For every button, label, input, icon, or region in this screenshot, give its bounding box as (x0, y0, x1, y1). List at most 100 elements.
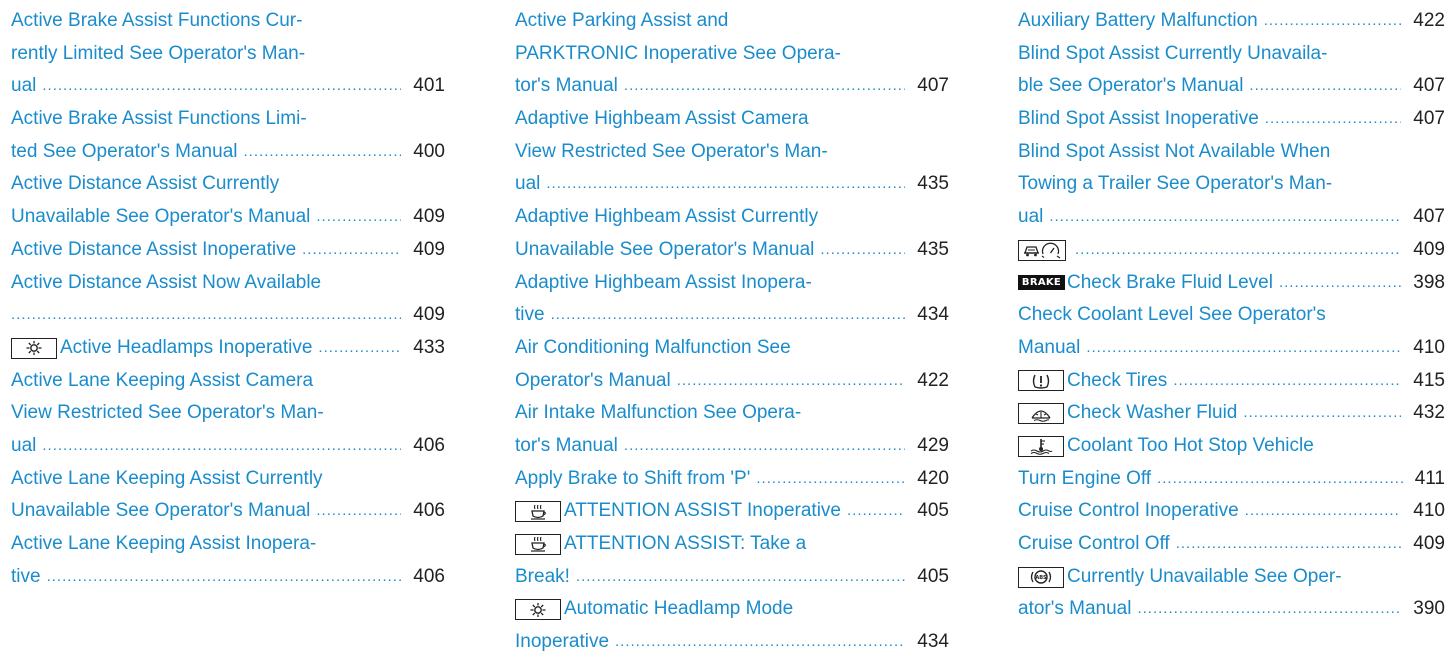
index-entry-text[interactable]: tor's Manual (515, 430, 618, 463)
index-entry-line[interactable]: ator's Manual 390 (1018, 593, 1445, 626)
index-entry-text[interactable]: ual (515, 168, 540, 201)
index-entry-text[interactable]: Active Lane Keeping Assist Currently (11, 463, 323, 496)
index-entry-line[interactable]: Active Parking Assist and (515, 5, 949, 38)
index-entry-line[interactable]: View Restricted See Operator's Man- (515, 136, 949, 169)
index-entry[interactable]: Automatic Headlamp ModeInoperative 434 (515, 593, 949, 658)
page-number[interactable]: 401 (407, 70, 445, 103)
index-entry-line[interactable]: Check Coolant Level See Operator's (1018, 299, 1445, 332)
page-number[interactable]: 409 (1407, 528, 1445, 561)
page-number[interactable]: 407 (1407, 201, 1445, 234)
page-number[interactable]: 434 (911, 299, 949, 332)
index-entry[interactable]: ATTENTION ASSIST: Take aBreak! 405 (515, 528, 949, 593)
index-entry-text[interactable]: Unavailable See Operator's Manual (515, 234, 814, 267)
page-number[interactable]: 406 (407, 561, 445, 594)
index-entry[interactable]: Active Lane Keeping Assist Currently Unav… (11, 463, 445, 528)
page-number[interactable]: 409 (1407, 234, 1445, 267)
page-number[interactable]: 429 (911, 430, 949, 463)
index-entry[interactable]: Active Brake Assist Functions Limi-ted S… (11, 103, 445, 168)
index-entry[interactable]: BRAKE Check Brake Fluid Level 398 (1018, 267, 1445, 300)
index-entry-text[interactable]: Cruise Control Inoperative (1018, 495, 1239, 528)
index-entry-line[interactable]: Check Tires 415 (1018, 365, 1445, 398)
index-entry-line[interactable]: tive 406 (11, 561, 445, 594)
index-entry-line[interactable]: Check Washer Fluid 432 (1018, 397, 1445, 430)
index-entry-text[interactable]: ATTENTION ASSIST: Take a (564, 528, 806, 561)
index-entry-line[interactable]: Active Lane Keeping Assist Inopera- (11, 528, 445, 561)
index-entry-line[interactable]: ual 407 (1018, 201, 1445, 234)
index-entry-line[interactable]: Operator's Manual 422 (515, 365, 949, 398)
index-entry-text[interactable]: Active Brake Assist Functions Cur- (11, 5, 302, 38)
index-entry-line[interactable]: PARKTRONIC Inoperative See Opera- (515, 38, 949, 71)
index-entry[interactable]: Active Lane Keeping Assist Inopera-tive 4… (11, 528, 445, 593)
index-entry[interactable]: Cruise Control Inoperative 410 (1018, 495, 1445, 528)
page-number[interactable]: 410 (1407, 495, 1445, 528)
index-entry-line[interactable]: Unavailable See Operator's Manual 406 (11, 495, 445, 528)
index-entry-text[interactable]: Check Coolant Level See Operator's (1018, 299, 1326, 332)
index-entry-text[interactable]: View Restricted See Operator's Man- (515, 136, 828, 169)
index-entry-line[interactable]: Unavailable See Operator's Manual 435 (515, 234, 949, 267)
page-number[interactable]: 407 (1407, 103, 1445, 136)
index-entry-text[interactable]: ble See Operator's Manual (1018, 70, 1243, 103)
index-entry-line[interactable]: ATTENTION ASSIST: Take a (515, 528, 949, 561)
index-entry-text[interactable]: Towing a Trailer See Operator's Man- (1018, 168, 1332, 201)
page-number[interactable]: 433 (407, 332, 445, 365)
index-entry-line[interactable]: Active Distance Assist Inoperative 409 (11, 234, 445, 267)
index-entry-line[interactable]: View Restricted See Operator's Man- (11, 397, 445, 430)
index-entry-text[interactable]: Active Headlamps Inoperative (60, 332, 312, 365)
index-entry[interactable]: Adaptive Highbeam Assist Camera View Rest… (515, 103, 949, 201)
page-number[interactable]: 409 (407, 234, 445, 267)
index-entry-line[interactable]: Active Lane Keeping Assist Camera (11, 365, 445, 398)
index-entry[interactable]: Adaptive Highbeam Assist Inopera-tive 434 (515, 267, 949, 332)
index-entry-text[interactable]: ATTENTION ASSIST Inoperative (564, 495, 841, 528)
index-entry-text[interactable]: Coolant Too Hot Stop Vehicle (1067, 430, 1314, 463)
index-entry-line[interactable]: Manual 410 (1018, 332, 1445, 365)
index-entry-text[interactable]: Adaptive Highbeam Assist Inopera- (515, 267, 812, 300)
page-number[interactable]: 435 (911, 168, 949, 201)
index-entry[interactable]: Active Distance Assist Currently Unavaila… (11, 168, 445, 233)
page-number[interactable]: 415 (1407, 365, 1445, 398)
index-entry-line[interactable]: ual 435 (515, 168, 949, 201)
index-entry-line[interactable]: Active Lane Keeping Assist Currently (11, 463, 445, 496)
index-entry-line[interactable]: Cruise Control Inoperative 410 (1018, 495, 1445, 528)
index-entry-text[interactable]: Active Parking Assist and (515, 5, 728, 38)
index-entry-line[interactable]: Adaptive Highbeam Assist Camera (515, 103, 949, 136)
index-entry-line[interactable]: Active Headlamps Inoperative 433 (11, 332, 445, 365)
index-entry-line[interactable]: Cruise Control Off 409 (1018, 528, 1445, 561)
index-entry-line[interactable]: 409 (11, 299, 445, 332)
index-entry-text[interactable]: Active Distance Assist Inoperative (11, 234, 296, 267)
index-entry-line[interactable]: Auxiliary Battery Malfunction 422 (1018, 5, 1445, 38)
index-entry[interactable]: Blind Spot Assist Not Available When Towi… (1018, 136, 1445, 234)
index-entry-text[interactable]: tor's Manual (515, 70, 618, 103)
index-entry-text[interactable]: Unavailable See Operator's Manual (11, 495, 310, 528)
index-entry-text[interactable]: tive (515, 299, 545, 332)
index-entry-line[interactable]: Air Conditioning Malfunction See (515, 332, 949, 365)
index-entry-text[interactable]: Auxiliary Battery Malfunction (1018, 5, 1258, 38)
index-entry-text[interactable]: ual (1018, 201, 1043, 234)
page-number[interactable]: 422 (1407, 5, 1445, 38)
index-entry-line[interactable]: Automatic Headlamp Mode (515, 593, 949, 626)
index-entry-text[interactable]: Active Distance Assist Now Available (11, 267, 321, 300)
index-entry-line[interactable]: Blind Spot Assist Inoperative 407 (1018, 103, 1445, 136)
index-entry-text[interactable]: rently Limited See Operator's Man- (11, 38, 305, 71)
index-entry[interactable]: Active Distance Assist Inoperative 409 (11, 234, 445, 267)
index-entry[interactable]: Blind Spot Assist Inoperative 407 (1018, 103, 1445, 136)
index-entry[interactable]: Air Intake Malfunction See Opera-tor's M… (515, 397, 949, 462)
index-entry-line[interactable]: tor's Manual 407 (515, 70, 949, 103)
index-entry-line[interactable]: ted See Operator's Manual 400 (11, 136, 445, 169)
index-entry-text[interactable]: Adaptive Highbeam Assist Currently (515, 201, 818, 234)
index-entry-line[interactable]: Unavailable See Operator's Manual 409 (11, 201, 445, 234)
index-entry-text[interactable]: ual (11, 70, 36, 103)
index-entry-text[interactable]: Check Brake Fluid Level (1067, 267, 1273, 300)
index-entry-line[interactable]: Towing a Trailer See Operator's Man- (1018, 168, 1445, 201)
index-entry-text[interactable]: Active Lane Keeping Assist Inopera- (11, 528, 316, 561)
page-number[interactable]: 411 (1409, 463, 1445, 496)
index-entry[interactable]: Active Headlamps Inoperative 433 (11, 332, 445, 365)
index-entry[interactable]: Coolant Too Hot Stop Vehicle Turn Engine … (1018, 430, 1445, 495)
index-entry-line[interactable]: ABS Currently Unavailable See Oper- (1018, 561, 1445, 594)
index-entry[interactable]: Adaptive Highbeam Assist Currently Unavai… (515, 201, 949, 266)
page-number[interactable]: 406 (407, 495, 445, 528)
index-entry-text[interactable]: Adaptive Highbeam Assist Camera (515, 103, 809, 136)
index-entry[interactable]: ABS Currently Unavailable See Oper-ator's… (1018, 561, 1445, 626)
index-entry-line[interactable]: tive 434 (515, 299, 949, 332)
index-entry-line[interactable]: tor's Manual 429 (515, 430, 949, 463)
index-entry-text[interactable]: PARKTRONIC Inoperative See Opera- (515, 38, 841, 71)
